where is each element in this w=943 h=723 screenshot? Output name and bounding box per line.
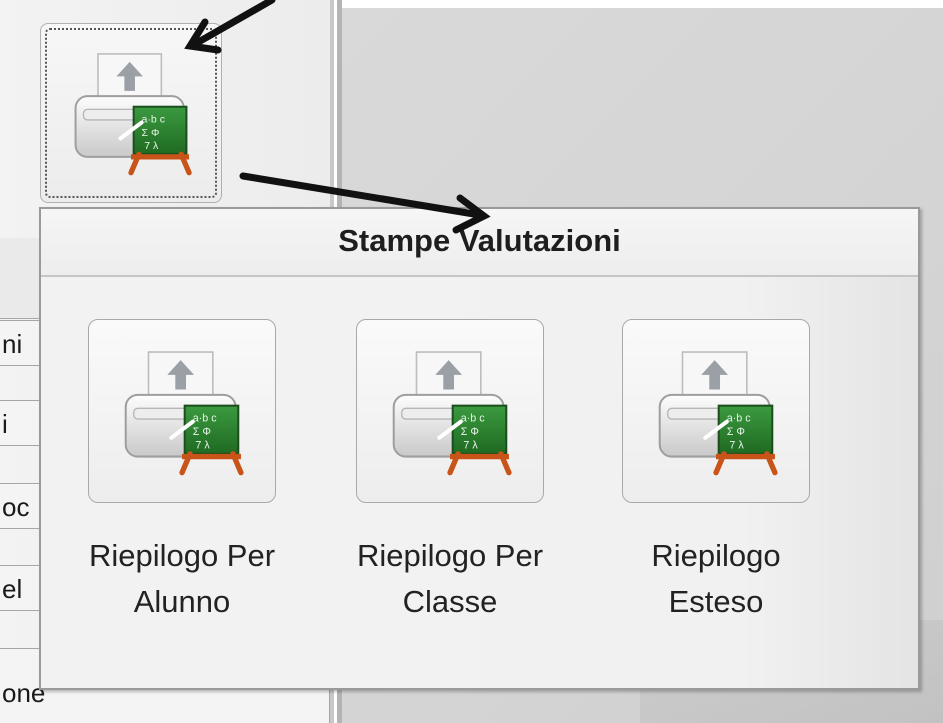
label-line: Classe — [402, 584, 498, 619]
label-line: Esteso — [668, 584, 764, 619]
left-menu-item-label: oc — [2, 492, 30, 522]
left-menu-item[interactable]: i — [0, 400, 40, 446]
left-menu-item[interactable]: ni — [0, 320, 40, 366]
extended-summary-label: Riepilogo Esteso — [621, 533, 811, 625]
summary-per-class-label: Riepilogo Per Classe — [355, 533, 545, 625]
label-line: Riepilogo — [651, 538, 781, 573]
print-grades-icon — [383, 344, 517, 478]
summary-per-class-item[interactable]: Riepilogo Per Classe — [355, 319, 545, 625]
print-grades-icon — [649, 344, 783, 478]
left-menu-item-label: i — [2, 409, 8, 439]
popup-title: Stampe Valutazioni — [41, 209, 918, 277]
extended-summary-item[interactable]: Riepilogo Esteso — [621, 319, 811, 625]
label-line: Riepilogo Per — [356, 538, 544, 573]
print-evaluations-popup: Stampe Valutazioni Riepilogo Per Alunno … — [39, 207, 920, 690]
summary-per-student-item[interactable]: Riepilogo Per Alunno — [87, 319, 277, 625]
extended-summary-button[interactable] — [622, 319, 810, 503]
top-edge — [342, 0, 943, 8]
label-line: Riepilogo Per — [88, 538, 276, 573]
left-menu-item[interactable]: oc — [0, 483, 40, 529]
summary-per-student-button[interactable] — [88, 319, 276, 503]
print-grades-icon — [115, 344, 249, 478]
left-menu-header — [0, 238, 40, 319]
summary-per-class-button[interactable] — [356, 319, 544, 503]
left-menu-item[interactable]: el — [0, 565, 40, 611]
summary-per-student-label: Riepilogo Per Alunno — [87, 533, 277, 625]
left-menu-item-label: el — [2, 574, 23, 604]
left-menu-item-label: ni — [2, 329, 23, 359]
print-grades-icon — [65, 46, 197, 178]
label-line: Alunno — [133, 584, 231, 619]
print-evaluations-button[interactable] — [40, 23, 222, 203]
